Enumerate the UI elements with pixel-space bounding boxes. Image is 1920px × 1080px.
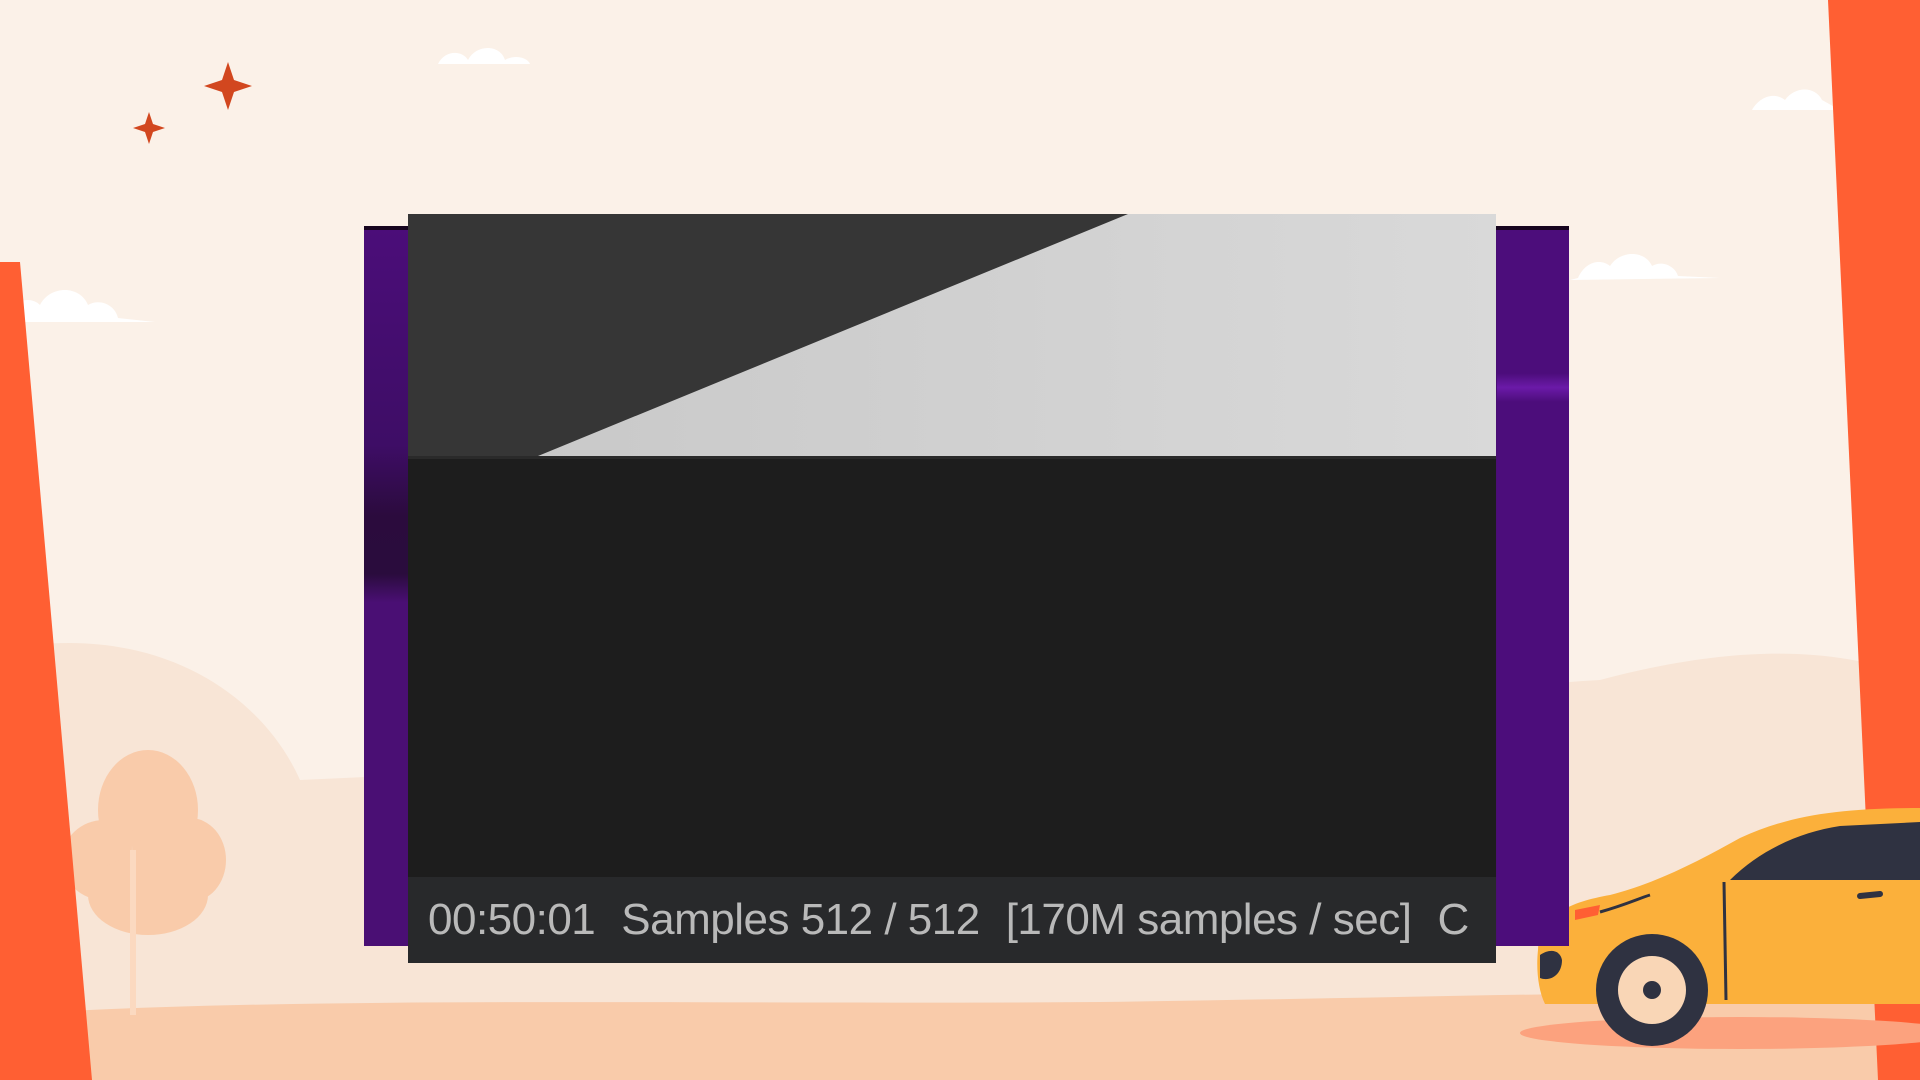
sample-rate: [170M samples / sec]: [1005, 895, 1412, 944]
samples-count: Samples 512 / 512: [621, 895, 980, 944]
render-status-bar: 00:50:01 Samples 512 / 512 [170M samples…: [408, 877, 1496, 963]
backdrop-right-panel: [1497, 230, 1569, 946]
status-trailing-text: C: [1437, 895, 1469, 944]
elapsed-time: 00:50:01: [428, 895, 596, 944]
backdrop-left-panel: [364, 230, 408, 946]
sparkle-icon: [133, 62, 252, 144]
render-image: [408, 214, 1496, 459]
render-viewer: 00:50:01 Samples 512 / 512 [170M samples…: [408, 214, 1496, 963]
